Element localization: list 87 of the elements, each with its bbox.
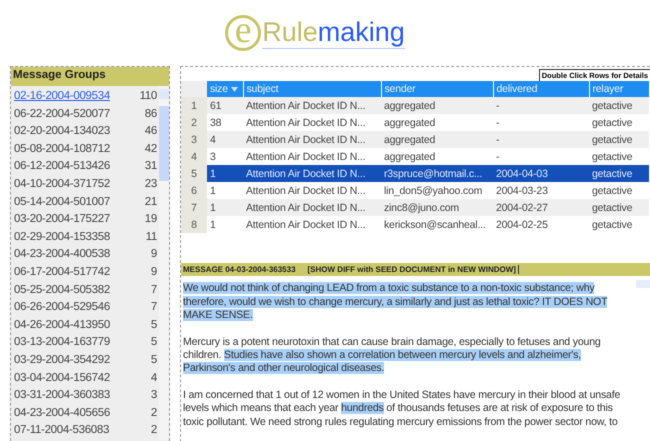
message-group-item[interactable]: 04-23-2004-400538 9 <box>11 246 159 264</box>
message-paragraph: I am concerned that 1 out of 12 women in the United States have mercury in their blood at unsafe levels which means that each year hundreds of thousands fetuses are at risk of exposure to this toxic pollutant. We need strong rules regulating mercury emissions from the power sector now, to <box>183 388 622 429</box>
row-number: 2 <box>181 114 207 132</box>
message-group-item[interactable]: 06-26-2004-529546 7 <box>11 299 159 317</box>
table-cell: 2004-03-23 <box>493 182 589 200</box>
table-cell: 2004-02-25 <box>493 216 589 234</box>
table-cell: Attention Air Docket ID N... <box>243 114 381 132</box>
table-cell: Attention Air Docket ID N... <box>243 216 381 234</box>
table-cell: - <box>493 148 589 166</box>
table-cell: aggregated <box>381 148 493 166</box>
table-cell: getactive <box>589 199 649 216</box>
table-cell: 2004-02-27 <box>493 199 589 216</box>
table-cell: getactive <box>589 114 649 132</box>
message-group-item[interactable]: 05-14-2004-501007 21 <box>11 194 159 212</box>
message-group-item[interactable]: 05-08-2004-108712 42 <box>11 140 159 158</box>
table-cell: Attention Air Docket ID N... <box>243 165 381 182</box>
message-title: MESSAGE 04-03-2004-363533 <box>183 265 296 274</box>
table-row[interactable]: 7 1 Attention Air Docket ID N... zinc8@juno.com 2004-02-27 getactive <box>181 199 649 216</box>
table-row[interactable]: 5 1 Attention Air Docket ID N... r3spruce@hotmail.c... 2004-04-03 getactive <box>181 165 649 182</box>
row-number: 3 <box>181 131 207 148</box>
message-group-item[interactable]: 06-22-2004-520077 86 <box>11 106 159 124</box>
message-group-item[interactable]: 04-26-2004-413950 5 <box>11 316 159 334</box>
table-cell: - <box>493 131 589 148</box>
table-cell: Attention Air Docket ID N... <box>243 182 381 200</box>
table-cell: getactive <box>589 131 649 148</box>
table-cell: getactive <box>589 216 649 234</box>
message-group-item[interactable]: 02-29-2004-153358 11 <box>11 228 159 246</box>
table-cell: 1 <box>207 216 243 234</box>
table-cell: 3 <box>207 148 243 166</box>
table-cell: - <box>493 114 589 132</box>
table-cell: kerickson@scanheal... <box>381 216 493 234</box>
table-cell: 61 <box>207 97 243 114</box>
row-number: 4 <box>181 148 207 166</box>
message-paragraph: Mercury is a potent neurotoxin that can cause brain damage, especially to fetuses and young children. Studies have also shown a correlation between mercury levels and alzheimer's, Parkinson's and other neurological diseases. <box>183 336 602 376</box>
message-group-item[interactable]: 02-20-2004-134023 46 <box>11 123 159 141</box>
scrollbar[interactable] <box>159 86 169 440</box>
table-cell: - <box>493 97 589 114</box>
table-cell: getactive <box>589 148 649 166</box>
table-cell: aggregated <box>381 131 493 148</box>
message-group-item[interactable]: 06-17-2004-517742 9 <box>11 264 159 282</box>
table-cell: Attention Air Docket ID N... <box>243 131 381 148</box>
table-cell: 1 <box>207 199 243 216</box>
message-group-item[interactable]: 06-12-2004-513426 31 <box>11 158 159 176</box>
message-group-item[interactable]: 07-11-2004-536083 2 <box>11 422 159 440</box>
table-row[interactable]: 6 1 Attention Air Docket ID N... lin_don5@yahoo.com 2004-03-23 getactive <box>181 182 649 200</box>
message-group-item[interactable]: 03-13-2004-163779 5 <box>11 334 159 352</box>
row-number: 8 <box>181 216 207 234</box>
message-group-item[interactable]: 04-10-2004-371752 23 <box>11 176 159 194</box>
table-cell: 2004-04-03 <box>493 165 589 182</box>
row-number: 5 <box>181 165 207 182</box>
table-row[interactable]: 3 4 Attention Air Docket ID N... aggregated - getactive <box>181 131 649 148</box>
table-cell: aggregated <box>381 97 493 114</box>
message-group-item[interactable]: 03-04-2004-156742 4 <box>11 370 159 388</box>
table-cell: lin_don5@yahoo.com <box>381 182 493 200</box>
table-row[interactable]: 4 3 Attention Air Docket ID N... aggregated - getactive <box>181 148 649 166</box>
table-cell: getactive <box>589 165 649 182</box>
table-cell: 4 <box>207 131 243 148</box>
table-cell: 38 <box>207 114 243 132</box>
message-group-item[interactable]: 02-16-2004-009534 110 <box>11 88 159 106</box>
row-number: 7 <box>181 199 207 216</box>
table-cell: Attention Air Docket ID N... <box>243 148 381 166</box>
sort-icon <box>230 86 238 92</box>
logo-text: Rule <box>262 17 318 49</box>
table-cell: Attention Air Docket ID N... <box>243 199 381 216</box>
table-cell: Attention Air Docket ID N... <box>243 97 381 114</box>
table-row[interactable]: 8 1 Attention Air Docket ID N... kerickson@scanheal... 2004-02-25 getactive <box>181 216 649 234</box>
message-group-item[interactable]: 05-25-2004-505382 7 <box>11 282 159 300</box>
message-group-item[interactable]: 03-20-2004-175227 19 <box>11 211 159 229</box>
table-cell: 1 <box>207 182 243 200</box>
message-group-item[interactable]: 03-31-2004-360383 3 <box>11 387 159 405</box>
table-cell: getactive <box>589 182 649 200</box>
diff-link[interactable]: [SHOW DIFF with SEED DOCUMENT in NEW WINDOW] <box>308 265 519 274</box>
table-cell: zinc8@juno.com <box>381 199 493 216</box>
table-cell: getactive <box>589 97 649 114</box>
table-cell: r3spruce@hotmail.c... <box>381 165 493 182</box>
logo-letter: e <box>225 15 262 51</box>
table-cell: 1 <box>207 165 243 182</box>
row-number: 1 <box>181 97 207 114</box>
table-row[interactable]: 1 61 Attention Air Docket ID N... aggregated - getactive <box>181 97 649 114</box>
panel-title: Message Groups <box>11 67 169 86</box>
logo-text: making <box>318 17 405 49</box>
message-paragraph: We would not think of changing LEAD from a toxic substance to a non-toxic substance; why therefore, would we wish to change mercury, a similarly and just as lethal toxic? IT DOES NOT MAKE SENSE. <box>183 282 608 323</box>
message-group-item[interactable]: 04-23-2004-405656 2 <box>11 404 159 422</box>
message-group-item[interactable]: 03-29-2004-354292 5 <box>11 352 159 370</box>
table-cell: aggregated <box>381 114 493 132</box>
row-number: 6 <box>181 182 207 200</box>
table-row[interactable]: 2 38 Attention Air Docket ID N... aggregated - getactive <box>181 114 649 132</box>
